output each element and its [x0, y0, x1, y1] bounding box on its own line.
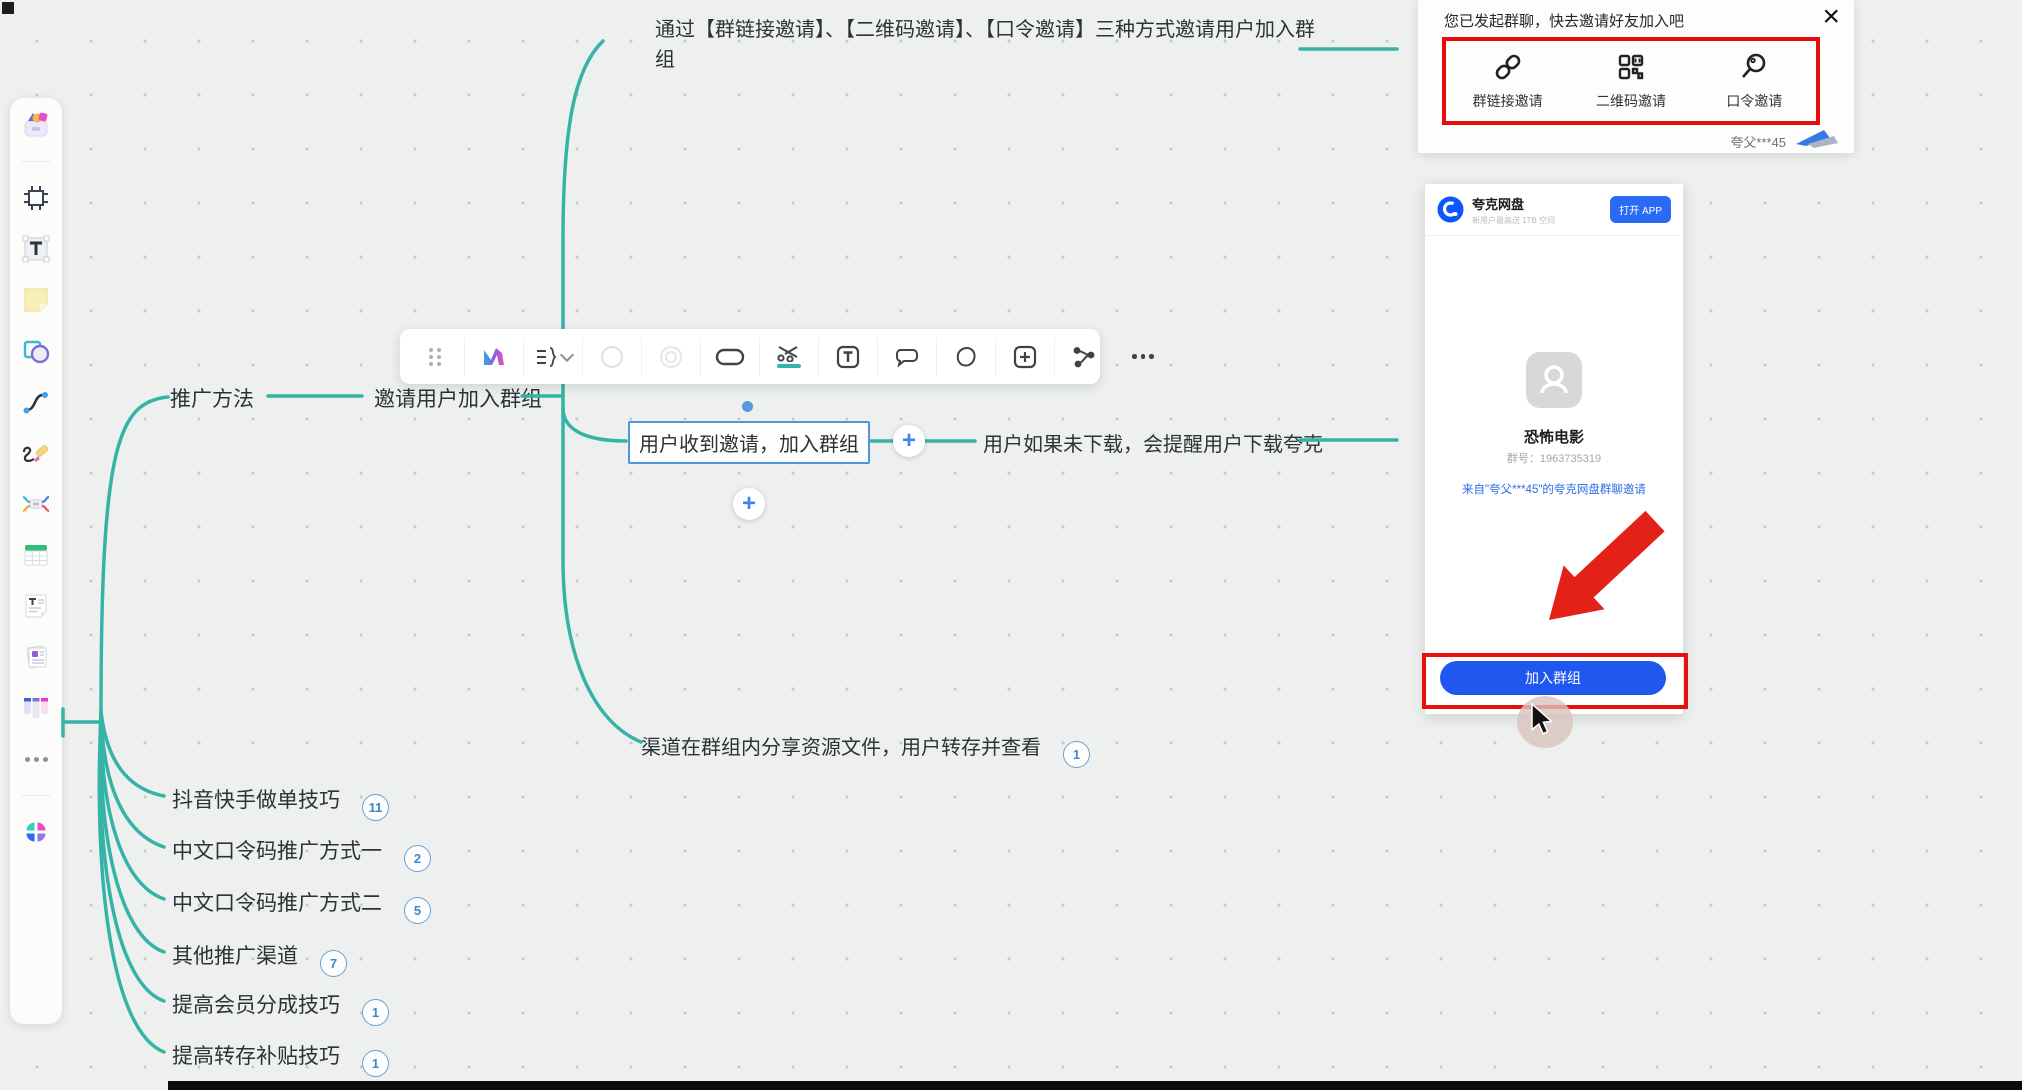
node-invite-topic[interactable]: 邀请用户加入群组	[374, 383, 542, 413]
annotations	[0, 0, 2022, 1090]
group-avatar	[1526, 352, 1582, 408]
node-selection-handle[interactable]	[742, 401, 753, 412]
pen-icon[interactable]	[21, 438, 51, 468]
rounded-rect-shape-icon[interactable]	[701, 338, 760, 376]
qr-code-icon	[1615, 51, 1647, 83]
plus-icon: +	[902, 429, 916, 453]
invite-option-label: 群链接邀请	[1473, 91, 1543, 111]
add-child-button[interactable]: +	[893, 425, 925, 457]
phone-app-names: 夸克网盘 新用户最高送 1TB 空间	[1472, 194, 1555, 226]
document-icon[interactable]	[21, 591, 51, 621]
top-note-line2: 组	[655, 45, 1315, 75]
frame-icon[interactable]	[21, 183, 51, 213]
corner-mark	[2, 2, 14, 14]
node-branch[interactable]: 提高会员分成技巧 1	[172, 989, 389, 1026]
close-icon[interactable]: ×	[1822, 2, 1840, 32]
collapse-badge[interactable]: 1	[362, 999, 389, 1026]
collapse-badge[interactable]: 2	[404, 845, 431, 872]
group-name: 恐怖电影	[1425, 426, 1683, 447]
phone-screenshot: 夸克网盘 新用户最高送 1TB 空间 打开 APP 恐怖电影 群号：196373…	[1425, 184, 1683, 714]
collapse-badge[interactable]: 5	[404, 897, 431, 924]
join-group-button[interactable]: 加入群组	[1440, 661, 1666, 695]
brand-swoosh-icon	[1794, 128, 1840, 150]
chevron-down-icon	[560, 347, 574, 361]
group-number: 群号：1963735319	[1425, 450, 1683, 466]
passcode-icon	[1738, 51, 1770, 83]
node-branch[interactable]: 抖音快手做单技巧 11	[172, 784, 389, 821]
node-root[interactable]: 推广方法	[170, 383, 254, 413]
sidebar-divider	[21, 161, 51, 162]
node-selected[interactable]: 用户收到邀请，加入群组	[628, 421, 870, 464]
comment-icon[interactable]	[878, 338, 937, 376]
collapse-badge[interactable]: 1	[362, 1050, 389, 1077]
invite-options-screenshot: 您已发起群聊，快去邀请好友加入吧 × 群链接邀请 二维码邀请 口令邀请 夸父**…	[1418, 0, 1854, 153]
kanban-icon[interactable]	[21, 693, 51, 723]
invite-option-passcode[interactable]: 口令邀请	[1693, 41, 1816, 121]
more-tools-icon[interactable]	[21, 744, 51, 774]
phone-app-name: 夸克网盘	[1472, 194, 1555, 213]
invite-option-qr[interactable]: 二维码邀请	[1569, 41, 1692, 121]
drag-handle[interactable]	[406, 338, 465, 376]
outline-style-dropdown[interactable]	[524, 338, 583, 376]
branch-label: 中文口令码推广方式一	[172, 840, 382, 863]
invite-panel-title: 您已发起群聊，快去邀请好友加入吧	[1444, 10, 1684, 31]
phone-app-subtitle: 新用户最高送 1TB 空间	[1472, 215, 1555, 226]
node-download-note[interactable]: 用户如果未下载，会提醒用户下载夸克	[983, 428, 1323, 457]
context-toolbar	[400, 329, 1100, 384]
add-sibling-button[interactable]: +	[733, 488, 765, 520]
mindmap-connectors	[0, 0, 2022, 1090]
invite-option-label: 二维码邀请	[1596, 91, 1666, 111]
branch-label: 提高会员分成技巧	[172, 994, 340, 1017]
node-branch[interactable]: 提高转存补贴技巧 1	[172, 1040, 389, 1077]
collapse-badge[interactable]: 11	[362, 794, 389, 821]
insert-node-icon[interactable]	[996, 338, 1055, 376]
highlight-red-box: 群链接邀请 二维码邀请 口令邀请	[1442, 37, 1820, 125]
apps-icon[interactable]	[21, 817, 51, 847]
circle-shape-icon[interactable]	[583, 338, 642, 376]
phone-app-banner: 夸克网盘 新用户最高送 1TB 空间 打开 APP	[1425, 184, 1683, 236]
sidebar-divider	[21, 795, 51, 796]
branch-label: 抖音快手做单技巧	[172, 789, 340, 812]
node-branch[interactable]: 中文口令码推广方式二 5	[172, 887, 431, 924]
node-top-note[interactable]: 通过【群链接邀请】、【二维码邀请】、【口令邀请】三种方式邀请用户加入群 组	[655, 15, 1315, 75]
quark-logo-icon	[1437, 196, 1464, 223]
node-branch[interactable]: 其他推广渠道 7	[172, 940, 347, 977]
watermark-username: 夸父***45	[1730, 132, 1786, 151]
invite-option-label: 口令邀请	[1726, 91, 1782, 111]
open-app-button[interactable]: 打开 APP	[1610, 196, 1671, 223]
branch-label: 中文口令码推广方式二	[172, 892, 382, 915]
relation-icon[interactable]	[1055, 338, 1114, 376]
freeform-shape-icon[interactable]	[937, 338, 996, 376]
mind-map-icon[interactable]	[21, 489, 51, 519]
invite-from-link[interactable]: 来自"夸父***45"的夸克网盘群聊邀请	[1425, 481, 1683, 497]
connector-icon[interactable]	[21, 387, 51, 417]
bottom-letterbox	[168, 1081, 2022, 1090]
person-icon	[1534, 360, 1574, 400]
collapse-badge[interactable]: 1	[1063, 741, 1090, 768]
ai-assistant-icon[interactable]	[465, 338, 524, 376]
tools-sidebar	[10, 98, 62, 1024]
branch-label: 提高转存补贴技巧	[172, 1045, 340, 1068]
whiteboard-canvas[interactable]: 推广方法 邀请用户加入群组 通过【群链接邀请】、【二维码邀请】、【口令邀请】三种…	[0, 0, 2022, 1090]
collapse-badge[interactable]: 7	[320, 950, 347, 977]
ring-shape-icon[interactable]	[642, 338, 701, 376]
templates-icon[interactable]	[21, 110, 51, 140]
top-note-line1: 通过【群链接邀请】、【二维码邀请】、【口令邀请】三种方式邀请用户加入群	[655, 15, 1315, 45]
branch-label: 其他推广渠道	[172, 945, 298, 968]
plus-icon: +	[742, 492, 756, 516]
more-options-icon[interactable]	[1114, 338, 1172, 376]
text-tool-icon[interactable]	[21, 234, 51, 264]
table-icon[interactable]	[21, 540, 51, 570]
node-share-note[interactable]: 渠道在群组内分享资源文件，用户转存并查看 1	[641, 731, 1090, 768]
shapes-icon[interactable]	[21, 336, 51, 366]
invite-option-link[interactable]: 群链接邀请	[1446, 41, 1569, 121]
link-icon	[1492, 51, 1524, 83]
share-note-label: 渠道在群组内分享资源文件，用户转存并查看	[641, 737, 1041, 759]
text-node-icon[interactable]	[819, 338, 878, 376]
sticky-note-icon[interactable]	[21, 285, 51, 315]
branch-style-icon[interactable]	[760, 338, 819, 376]
cards-icon[interactable]	[21, 642, 51, 672]
node-branch[interactable]: 中文口令码推广方式一 2	[172, 835, 431, 872]
